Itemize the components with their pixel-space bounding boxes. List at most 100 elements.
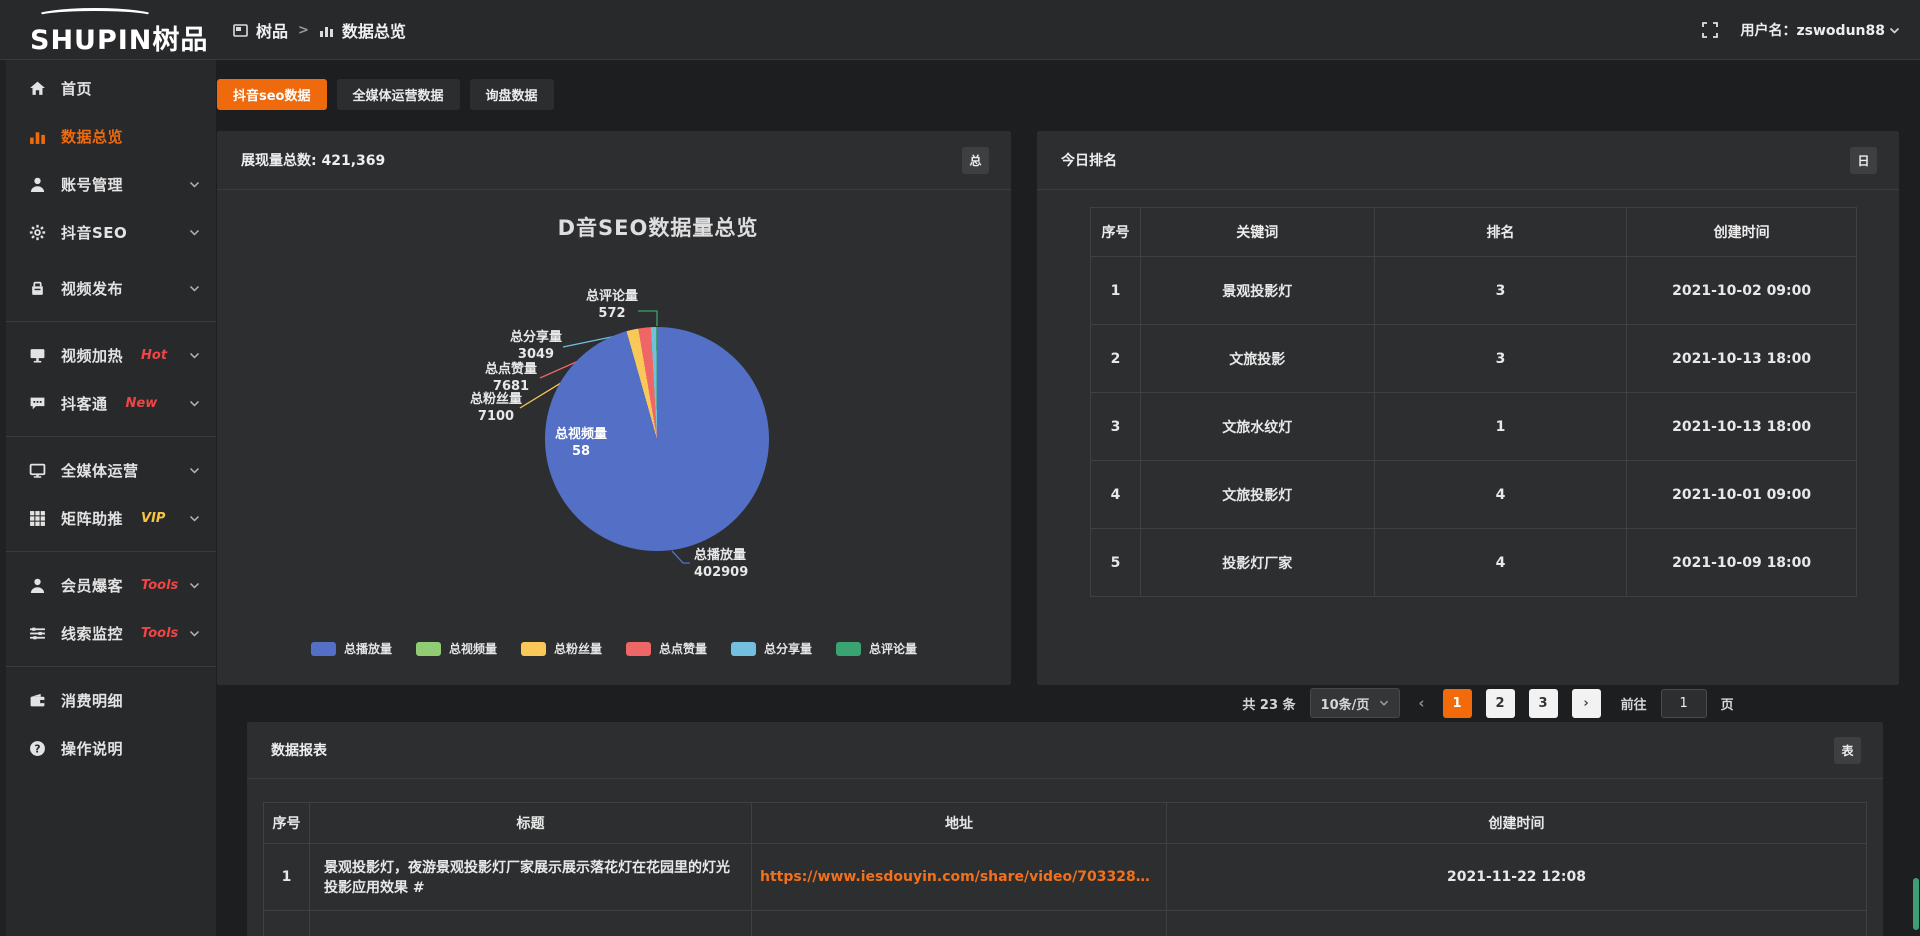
- chevron-down-icon: [189, 513, 200, 524]
- chart-title: D音SEO数据量总览: [217, 212, 1011, 242]
- next-page-button[interactable]: ›: [1572, 689, 1601, 718]
- table-row[interactable]: 3 文旅水纹灯 1 2021-10-13 18:00: [1091, 393, 1856, 461]
- chart-panel: 展现量总数: 421,369 总 D音SEO数据量总览 总评论量572 总分享量…: [217, 131, 1011, 685]
- page-button-1[interactable]: 1: [1443, 689, 1472, 718]
- video-link[interactable]: https://www.iesdouyin.com/share/video/70…: [760, 869, 1158, 885]
- bar-chart-icon: [319, 23, 334, 38]
- tab-douyin-seo-data[interactable]: 抖音seo数据: [217, 79, 327, 110]
- table-row[interactable]: 5 投影灯厂家 4 2021-10-09 18:00: [1091, 529, 1856, 597]
- sidebar-item-operation-guide[interactable]: ? 操作说明: [6, 724, 216, 772]
- table-row[interactable]: 1 景观投影灯 3 2021-10-02 09:00: [1091, 257, 1856, 325]
- scrollbar[interactable]: [1912, 60, 1920, 936]
- report-table: 序号 标题 地址 创建时间 1 景观投影灯，夜游景观投影灯厂家展示展示落花灯在花…: [263, 802, 1867, 936]
- sidebar-item-video-heat[interactable]: 视频加热 Hot: [6, 331, 216, 379]
- chart-legend: 总播放量 总视频量 总粉丝量 总点赞量 总分享量 总评论量: [217, 640, 1011, 657]
- sidebar-item-clue-monitor[interactable]: 线索监控 Tools: [6, 609, 216, 657]
- bar-chart-icon: [28, 127, 47, 146]
- goto-page-input[interactable]: [1661, 689, 1707, 718]
- sidebar-item-label: 消费明细: [61, 690, 123, 711]
- sidebar-item-matrix-boost[interactable]: 矩阵助推 VIP: [6, 494, 216, 542]
- sidebar-item-label: 抖音SEO: [61, 222, 127, 243]
- sidebar-item-label: 首页: [61, 78, 92, 99]
- sidebar-item-label: 视频加热: [61, 345, 123, 366]
- chevron-down-icon: [189, 227, 200, 238]
- app-logo: SHUPIN树品: [30, 8, 230, 52]
- legend-item-comments[interactable]: 总评论量: [836, 640, 917, 657]
- sidebar-divider: [6, 321, 216, 322]
- tools-badge: Tools: [141, 626, 178, 641]
- sliders-icon: [28, 624, 47, 643]
- legend-swatch: [521, 642, 546, 656]
- sidebar-item-douyin-seo[interactable]: 抖音SEO: [6, 208, 216, 256]
- sidebar-item-label: 矩阵助推: [61, 508, 123, 529]
- fullscreen-icon[interactable]: [1701, 21, 1719, 39]
- sidebar-item-label: 会员爆客: [61, 575, 123, 596]
- legend-item-shares[interactable]: 总分享量: [731, 640, 812, 657]
- sidebar-item-doukertong[interactable]: 抖客通 New: [6, 379, 216, 427]
- sidebar-item-label: 线索监控: [61, 623, 123, 644]
- legend-swatch: [311, 642, 336, 656]
- legend-item-likes[interactable]: 总点赞量: [626, 640, 707, 657]
- table-row[interactable]: 1 景观投影灯，夜游景观投影灯厂家展示展示落花灯在花园里的灯光投影应用效果 # …: [264, 844, 1866, 911]
- goto-label: 前往: [1621, 694, 1647, 713]
- sidebar-item-member-burst[interactable]: 会员爆客 Tools: [6, 561, 216, 609]
- sidebar-item-video-publish[interactable]: 视频发布: [6, 264, 216, 312]
- legend-swatch: [626, 642, 651, 656]
- impressions-total-label: 展现量总数: 421,369: [241, 150, 385, 170]
- svg-text:?: ?: [34, 742, 40, 755]
- sidebar-divider: [6, 666, 216, 667]
- chevron-down-icon: [189, 628, 200, 639]
- pie-label-shares: 总分享量3049: [510, 329, 562, 363]
- sidebar-item-home[interactable]: 首页: [6, 64, 216, 112]
- page-button-3[interactable]: 3: [1529, 689, 1558, 718]
- table-row[interactable]: 4 文旅投影灯 4 2021-10-01 09:00: [1091, 461, 1856, 529]
- legend-item-videos[interactable]: 总视频量: [416, 640, 497, 657]
- sidebar-item-media-ops[interactable]: 全媒体运营: [6, 446, 216, 494]
- sidebar-item-consume-detail[interactable]: 消费明细: [6, 676, 216, 724]
- table-view-button[interactable]: 表: [1834, 737, 1861, 764]
- chevron-down-icon: [189, 350, 200, 361]
- user-menu[interactable]: 用户名：zswodun88: [1741, 20, 1900, 40]
- report-panel-header: 数据报表 表: [247, 722, 1883, 779]
- table-header-row: 序号 关键词 排名 创建时间: [1091, 208, 1856, 257]
- pie-label-fans: 总粉丝量7100: [470, 391, 522, 425]
- chevron-down-icon: [1889, 25, 1900, 36]
- sidebar-item-label: 操作说明: [61, 738, 123, 759]
- breadcrumb-root[interactable]: 树品: [256, 18, 288, 42]
- page-size-select[interactable]: 10条/页: [1310, 688, 1401, 718]
- table-row[interactable]: 2 文旅投影 3 2021-10-13 18:00: [1091, 325, 1856, 393]
- sidebar-item-label: 账号管理: [61, 174, 123, 195]
- tab-media-ops-data[interactable]: 全媒体运营数据: [337, 79, 460, 110]
- sidebar-item-account[interactable]: 账号管理: [6, 160, 216, 208]
- legend-item-fans[interactable]: 总粉丝量: [521, 640, 602, 657]
- breadcrumb-current[interactable]: 数据总览: [342, 18, 406, 42]
- pie-label-comments: 总评论量572: [586, 288, 638, 322]
- scrollbar-thumb[interactable]: [1913, 878, 1919, 930]
- chevron-down-icon: [189, 283, 200, 294]
- dashboard-page: SHUPIN树品 树品 > 数据总览 用户名：zswodun88: [0, 0, 1920, 936]
- legend-item-plays[interactable]: 总播放量: [311, 640, 392, 657]
- pie-label-videos: 总视频量58: [555, 426, 607, 460]
- ranking-panel-title: 今日排名: [1061, 150, 1117, 170]
- page-unit-label: 页: [1721, 694, 1734, 713]
- prev-page-button[interactable]: ‹: [1414, 694, 1428, 712]
- total-view-button[interactable]: 总: [962, 147, 989, 174]
- page-button-2[interactable]: 2: [1486, 689, 1515, 718]
- report-panel-title: 数据报表: [271, 740, 327, 760]
- grid-icon: [28, 509, 47, 528]
- wallet-icon: [28, 691, 47, 710]
- table-row-partial: [264, 911, 1866, 936]
- sidebar-divider: [6, 551, 216, 552]
- pagination: 共 23 条 10条/页 ‹ 1 2 3 › 前往 页: [1037, 688, 1899, 718]
- tab-inquiry-data[interactable]: 询盘数据: [470, 79, 554, 110]
- legend-swatch: [836, 642, 861, 656]
- table-header-row: 序号 标题 地址 创建时间: [264, 803, 1866, 844]
- daily-view-button[interactable]: 日: [1850, 147, 1877, 174]
- user-icon: [28, 175, 47, 194]
- sidebar-item-data-overview[interactable]: 数据总览: [6, 112, 216, 160]
- chart-panel-header: 展现量总数: 421,369 总: [217, 131, 1011, 190]
- chevron-down-icon: [189, 580, 200, 591]
- table-body: 1 景观投影灯 3 2021-10-02 09:00 2 文旅投影 3 2021…: [1091, 257, 1856, 597]
- data-tabs: 抖音seo数据 全媒体运营数据 询盘数据: [217, 79, 554, 110]
- legend-swatch: [416, 642, 441, 656]
